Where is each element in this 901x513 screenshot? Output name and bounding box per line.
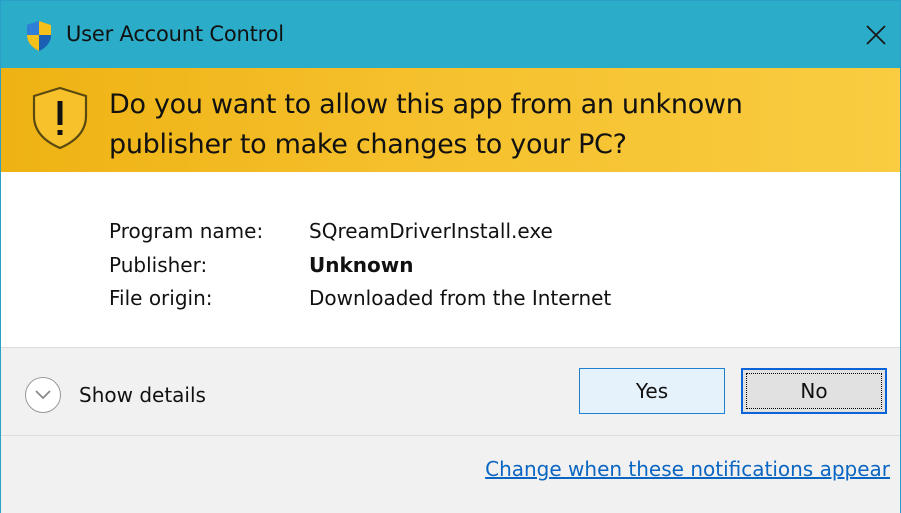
dialog-footer: Show details Yes No Change when these no… [1, 347, 900, 513]
shield-icon [27, 21, 51, 51]
file-origin-value: Downloaded from the Internet [309, 286, 612, 310]
info-label: Publisher: [109, 253, 208, 277]
footer-divider [1, 435, 900, 436]
yes-button[interactable]: Yes [579, 368, 725, 414]
change-notifications-link[interactable]: Change when these notifications appear [485, 457, 890, 481]
window-title: User Account Control [66, 22, 284, 46]
close-button[interactable] [852, 1, 900, 68]
no-button[interactable]: No [741, 368, 887, 414]
publisher-value: Unknown [309, 253, 414, 277]
show-details-label: Show details [79, 383, 206, 407]
program-info: Program name: SQreamDriverInstall.exe Pu… [1, 172, 900, 347]
warning-shield-icon [32, 86, 88, 150]
program-name-value: SQreamDriverInstall.exe [309, 219, 553, 243]
warning-banner: Do you want to allow this app from an un… [1, 68, 900, 172]
close-icon [866, 24, 886, 45]
uac-dialog: User Account Control Do you want to allo… [0, 0, 901, 513]
title-bar: User Account Control [1, 1, 900, 68]
banner-question: Do you want to allow this app from an un… [109, 89, 743, 160]
info-label: Program name: [109, 219, 264, 243]
info-label: File origin: [109, 286, 213, 310]
chevron-down-icon [25, 377, 61, 413]
show-details-toggle[interactable]: Show details [25, 377, 206, 413]
